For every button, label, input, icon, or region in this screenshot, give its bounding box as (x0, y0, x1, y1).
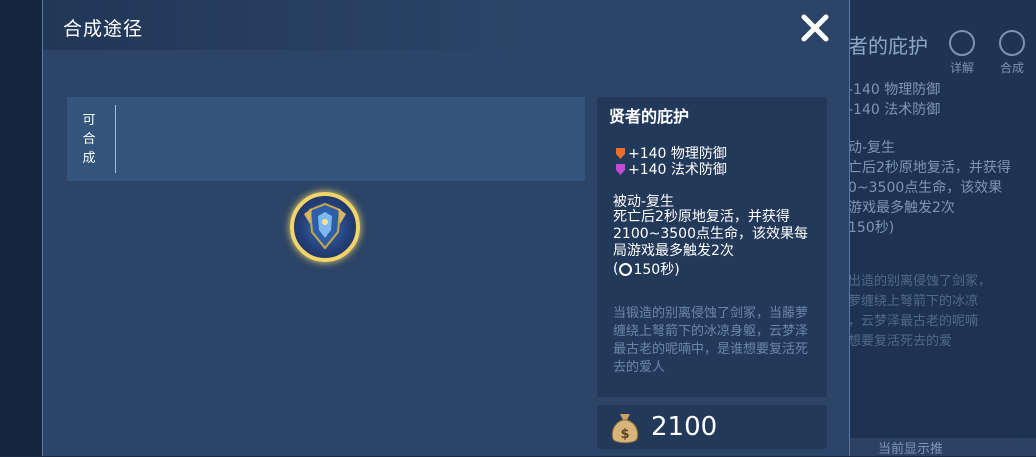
cooldown-prefix: ( (613, 261, 619, 277)
stat-magic-text: +140 法术防御 (628, 162, 727, 178)
item-lore: 当锻造的别离侵蚀了剑冢，当藤萝缠绕上弩箭下的冰凉身躯，云梦泽最古老的呢喃中，是谁… (613, 306, 809, 375)
cooldown-clock-icon (619, 262, 633, 276)
background-stat-lines: -140 物理防御 -140 法术防御 (848, 82, 941, 118)
magic-shield-icon (616, 163, 625, 175)
armor-icon (304, 202, 346, 250)
background-item-title: 者的庇护 (848, 34, 928, 58)
crossed-swords-icon (999, 30, 1025, 56)
item-price: 2100 (651, 412, 718, 442)
background-bottom-bar: 当前显示推 (848, 438, 1036, 457)
craftable-label: 可合成 (82, 113, 96, 166)
background-passive-lines: 动-复生 亡后2秒原地复活，并获得 0~3500点生命，该效果 游戏最多触发2次… (848, 140, 1011, 236)
close-icon (801, 14, 829, 42)
item-name: 贤者的庇护 (609, 107, 690, 126)
passive-title: 被动-复生 (613, 194, 675, 210)
background-left-strip (0, 0, 42, 456)
dialog-header: 合成途径 (43, 0, 849, 50)
money-bag-icon: $ (611, 414, 639, 444)
dialog-title: 合成途径 (63, 18, 144, 40)
craftable-into-bar: 可合成 (67, 97, 585, 181)
play-circle-icon (949, 30, 975, 56)
craft-divider (115, 105, 116, 173)
passive-description: 死亡后2秒原地复活，并获得2100~3500点生命，该效果每局游戏最多触发2次 (613, 209, 808, 259)
craft-path-dialog: 合成途径 可合成 贤者的庇护 +140 物理防御 +140 法术防御 被动-复生… (42, 0, 850, 456)
cooldown-value: 150秒) (633, 262, 680, 278)
close-button[interactable] (795, 8, 835, 48)
background-detail-label: 详解 (949, 61, 974, 75)
physical-shield-icon (616, 147, 625, 159)
background-detail-button: 详解 (944, 30, 980, 76)
item-detail-panel: 贤者的庇护 +140 物理防御 +140 法术防御 被动-复生 死亡后2秒原地复… (597, 97, 827, 397)
price-bar: $ 2100 (597, 405, 827, 449)
background-lore-lines: 出造的别离侵蚀了剑冢， 萝缠绕上弩箭下的冰凉 ，云梦泽最古老的呢喃 想要复活死去… (848, 274, 992, 349)
svg-text:$: $ (620, 427, 629, 442)
item-icon-button[interactable] (290, 192, 360, 262)
cooldown-row: ( 150秒) (613, 259, 680, 279)
background-craft-label: 合成 (999, 61, 1024, 75)
background-craft-button: 合成 (994, 30, 1030, 76)
stat-magic-defense: +140 法术防御 (615, 159, 727, 179)
